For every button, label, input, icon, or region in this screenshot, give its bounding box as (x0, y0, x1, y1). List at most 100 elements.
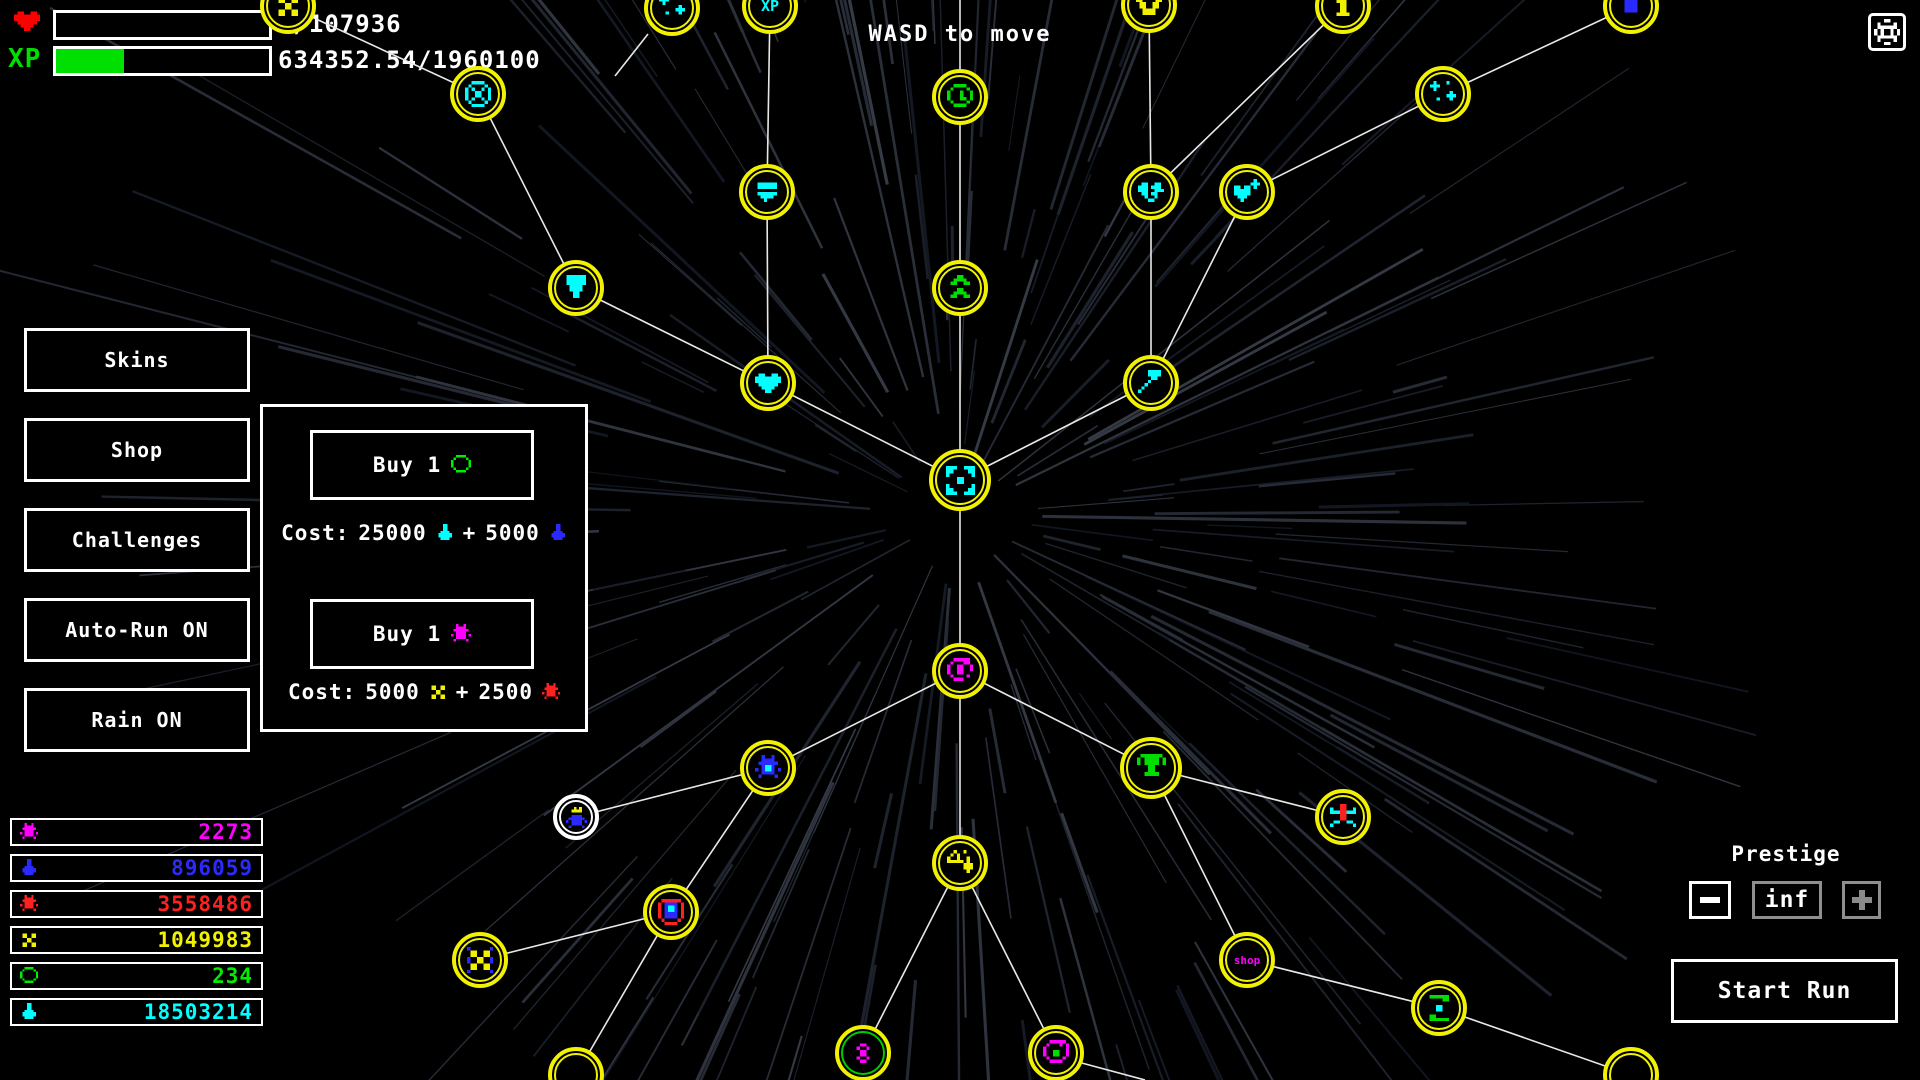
skill-node-inner-ring: shop (1225, 938, 1269, 982)
bug-crown-icon (566, 807, 587, 828)
skill-node-branch[interactable] (932, 835, 988, 891)
clock-icon (947, 84, 973, 110)
skill-node-target-plus[interactable] (1028, 1025, 1084, 1080)
skill-node-inner-ring (1417, 986, 1461, 1030)
skill-node-broken-heart[interactable] (1123, 164, 1179, 220)
plus-icon (1852, 890, 1872, 910)
shield-bug-icon (658, 899, 684, 925)
settings-button[interactable] (1868, 13, 1906, 51)
shield-icon (563, 275, 589, 301)
sparkles-icon (659, 0, 685, 21)
menu-button-label: Skins (104, 348, 169, 372)
shield-card-icon (754, 179, 780, 205)
skill-node-rotate[interactable] (932, 643, 988, 699)
skill-node-shop[interactable]: shop (1219, 932, 1275, 988)
prestige-value: inf (1752, 881, 1822, 919)
skill-node-hammer[interactable] (1123, 355, 1179, 411)
skill-node-icon[interactable] (548, 1047, 604, 1080)
menu-button-label: Rain ON (91, 708, 182, 732)
buy-cost-line: Cost: 5000 + 2500 (263, 680, 585, 704)
shop-text-icon: shop (1234, 955, 1261, 966)
skill-node-shield-card[interactable] (739, 164, 795, 220)
skill-node-inner-ring (746, 361, 790, 405)
yellow-x-icon (20, 931, 38, 949)
trophy-icon (1137, 754, 1166, 783)
skill-node-trophy[interactable] (1120, 737, 1182, 799)
skill-node-recycle[interactable] (1411, 980, 1467, 1036)
skill-node-circle-x[interactable] (450, 66, 506, 122)
hammer-icon (1138, 370, 1164, 396)
cyan-flask-icon (436, 524, 454, 542)
red-bug-icon (20, 895, 38, 913)
skill-node-x[interactable] (260, 0, 316, 34)
buy-1-bug-button[interactable]: Buy 1 (310, 599, 534, 669)
skill-node-shield[interactable] (548, 260, 604, 316)
skill-node-bug-crown[interactable] (553, 794, 599, 840)
rotate-icon (947, 658, 973, 684)
skill-node-sparkles[interactable] (644, 0, 700, 36)
circle-x-icon (465, 81, 491, 107)
xp-text-icon: XP (761, 0, 779, 14)
skill-node-x-bug[interactable] (452, 932, 508, 988)
buy-cost-line: Cost: 25000 + 5000 (263, 521, 585, 545)
skill-node-sparkles[interactable] (1415, 66, 1471, 122)
skill-node-inner-ring (935, 455, 985, 505)
skill-node-expand-arrows[interactable] (929, 449, 991, 511)
skill-node-dot-blue[interactable] (1603, 0, 1659, 34)
resource-value: 1049983 (46, 928, 253, 952)
skill-node-inner-ring (938, 266, 982, 310)
buy-panel: Buy 1 Cost: 25000 + 5000 Buy 1 Cost: 500… (260, 404, 588, 732)
menu-button-skins[interactable]: Skins (24, 328, 250, 392)
gear-icon (1874, 19, 1900, 45)
resource-row-yellow-x: 1049983 (10, 926, 263, 954)
resource-row-red-bug: 3558486 (10, 890, 263, 918)
skill-node-heart[interactable] (740, 355, 796, 411)
magenta-bug-icon (451, 624, 471, 644)
skill-node-inner-ring (745, 170, 789, 214)
magenta-bug-icon (20, 823, 38, 841)
menu-button-rain[interactable]: Rain ON (24, 688, 250, 752)
resource-value: 2273 (46, 820, 253, 844)
skill-node-heart-plus[interactable] (1219, 164, 1275, 220)
skill-node-star-bug[interactable] (835, 1025, 891, 1080)
prestige-plus-button[interactable] (1842, 881, 1881, 919)
skill-node-chevrons-up[interactable] (932, 260, 988, 316)
menu-button-label: Shop (111, 438, 163, 462)
skill-node-xp[interactable]: XP (742, 0, 798, 34)
skill-node-inner-ring (266, 0, 310, 28)
menu-button-challenges[interactable]: Challenges (24, 508, 250, 572)
plus-text: + (456, 680, 470, 704)
ring-currency-icon (451, 455, 471, 475)
start-run-button[interactable]: Start Run (1671, 959, 1898, 1023)
skill-node-inner-ring (1321, 795, 1365, 839)
menu-button-shop[interactable]: Shop (24, 418, 250, 482)
sparkles-icon (1430, 81, 1456, 107)
chevrons-up-icon (947, 275, 973, 301)
prestige-minus-button[interactable] (1689, 881, 1731, 919)
skill-node-inner-ring (1321, 0, 1365, 28)
skill-node-bug-blue[interactable] (740, 740, 796, 796)
red-bug-icon (542, 683, 560, 701)
menu-button-label: Challenges (72, 528, 202, 552)
resource-value: 234 (46, 964, 253, 988)
prestige-label: Prestige (1690, 842, 1882, 866)
skill-node-shield-bug[interactable] (643, 884, 699, 940)
skill-node-inner-ring (1609, 0, 1653, 28)
skill-node-inner-ring (1127, 0, 1171, 27)
skill-node-one[interactable] (1315, 0, 1371, 34)
skill-node-inner-ring: XP (748, 0, 792, 28)
skill-node-chevron-down[interactable] (1121, 0, 1177, 33)
skill-node-inner-ring (1129, 361, 1173, 405)
buy-1-ring-button[interactable]: Buy 1 (310, 430, 534, 500)
skill-node-person[interactable] (1315, 789, 1371, 845)
resource-value: 896059 (46, 856, 253, 880)
skill-node-inner-ring (554, 266, 598, 310)
menu-button-auto-run[interactable]: Auto-Run ON (24, 598, 250, 662)
heart-icon (755, 370, 781, 396)
skill-node-icon[interactable] (1603, 1047, 1659, 1080)
skill-node-inner-ring (1126, 743, 1176, 793)
skill-node-clock[interactable] (932, 69, 988, 125)
resource-row-magenta-bug: 2273 (10, 818, 263, 846)
start-run-label: Start Run (1718, 978, 1852, 1004)
buy-button-label: Buy 1 (373, 622, 441, 646)
